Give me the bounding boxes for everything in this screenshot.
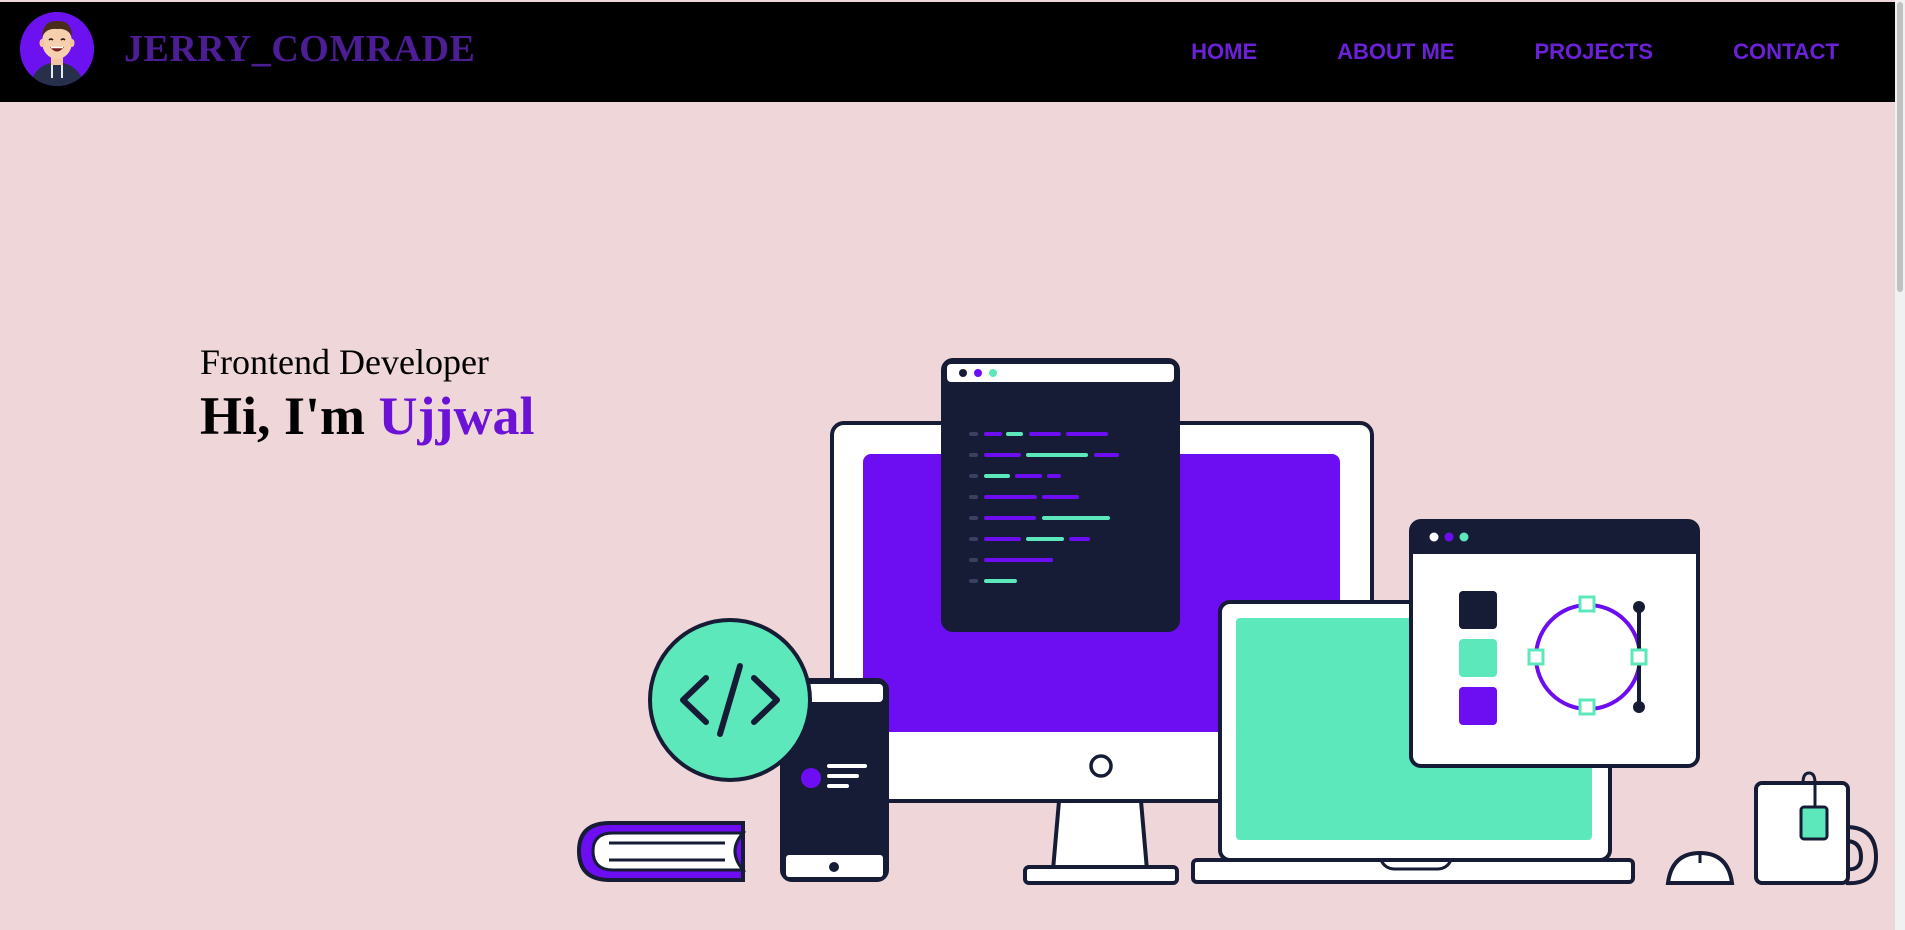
nav-link-home[interactable]: HOME: [1191, 39, 1257, 65]
scroll-thumb[interactable]: [1897, 2, 1903, 292]
nav-link-contact[interactable]: CONTACT: [1733, 39, 1839, 65]
brand[interactable]: JERRY_COMRADE: [20, 12, 475, 86]
nav-links: HOME ABOUT ME PROJECTS CONTACT: [1111, 2, 1839, 102]
code-window-illustration: [941, 358, 1180, 632]
mug-illustration: [1754, 771, 1879, 886]
nav-link-projects[interactable]: PROJECTS: [1534, 39, 1653, 65]
mouse-illustration: [1665, 850, 1735, 885]
nav-link-about-me[interactable]: ABOUT ME: [1337, 39, 1454, 65]
page-scrollbar[interactable]: [1895, 0, 1905, 930]
hero-illustration: [575, 355, 1885, 900]
hero-name: Ujjwal: [378, 386, 535, 446]
navbar: JERRY_COMRADE HOME ABOUT ME PROJECTS CON…: [0, 2, 1905, 102]
brand-name[interactable]: JERRY_COMRADE: [124, 27, 475, 71]
hero-text: Frontend Developer Hi, I'm Ujjwal: [200, 340, 534, 446]
book-illustration: [576, 821, 747, 882]
code-brackets-icon: [648, 618, 812, 782]
hero-title: Hi, I'm Ujjwal: [200, 386, 534, 446]
avatar: [20, 12, 94, 86]
hero-greeting: Hi, I'm: [200, 386, 379, 446]
design-window-illustration: [1409, 519, 1700, 768]
hero-subtitle: Frontend Developer: [200, 342, 489, 382]
